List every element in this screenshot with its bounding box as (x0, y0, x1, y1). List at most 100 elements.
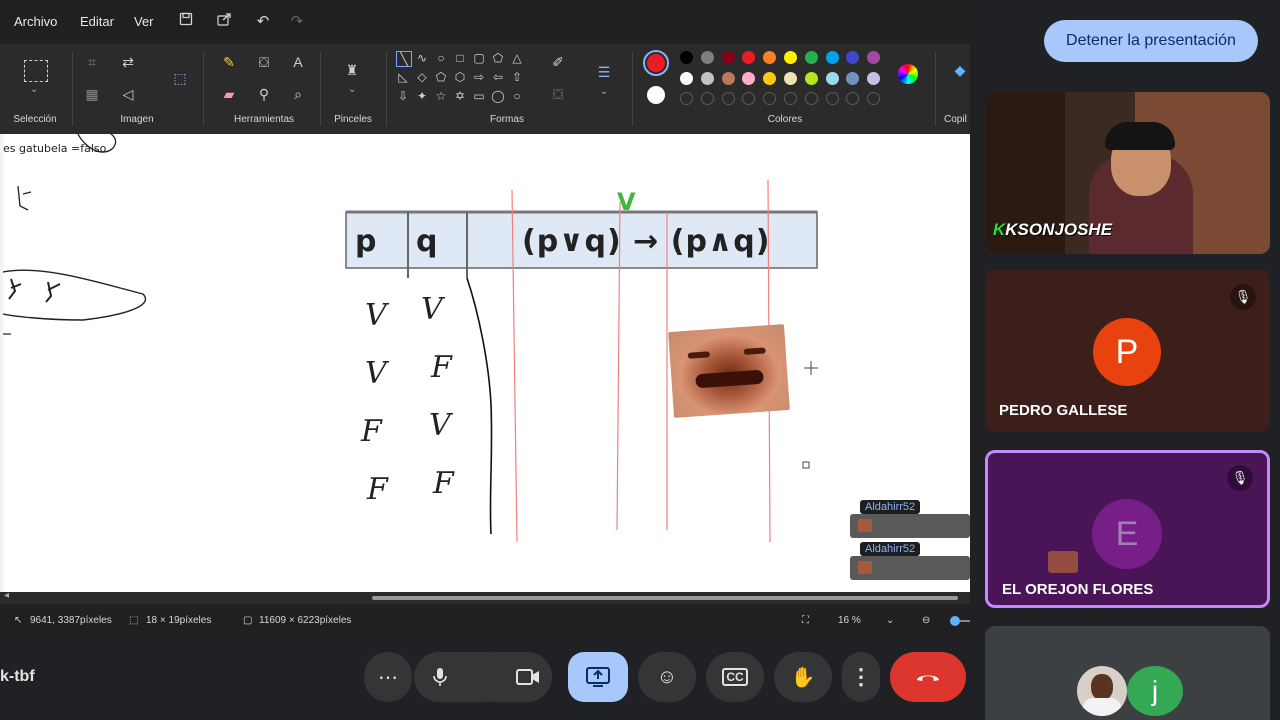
reactions-button[interactable]: ☺ (638, 652, 696, 702)
zoom-level[interactable]: 16 % (838, 615, 861, 626)
participant-tile-orejon[interactable]: 🎙 E EL OREJON FLORES (985, 450, 1270, 608)
participant-tile-others[interactable]: j (985, 626, 1270, 720)
scrollbar-thumb[interactable] (372, 596, 958, 600)
right-triangle-shape-icon[interactable]: ◺ (396, 70, 410, 84)
color-swatch[interactable] (700, 51, 714, 64)
color-swatch[interactable] (784, 72, 797, 85)
more-options-button[interactable]: ⋯ (364, 652, 412, 702)
stop-presenting-button[interactable]: Detener la presentación (1044, 20, 1258, 62)
raise-hand-button[interactable]: ✋ (774, 652, 832, 702)
custom-color-slot[interactable] (867, 92, 881, 105)
chevron-down-icon[interactable]: ⌄ (348, 84, 356, 95)
callout-oval-shape-icon[interactable]: ◯ (491, 89, 505, 103)
down-arrow-shape-icon[interactable]: ⇩ (396, 89, 410, 103)
save-icon[interactable] (176, 12, 196, 32)
five-point-star-shape-icon[interactable]: ☆ (434, 89, 448, 103)
resize-icon[interactable]: ⇄ (118, 52, 138, 72)
color-swatch[interactable] (742, 51, 756, 64)
rotate-icon[interactable]: ◁ (118, 84, 138, 104)
participant-tile-pedro[interactable]: 🎙 P PEDRO GALLESE (985, 270, 1270, 432)
color-swatch[interactable] (742, 72, 756, 85)
leave-call-button[interactable] (890, 652, 966, 702)
drawing-canvas[interactable]: es gatubela =falso p q (p∨q) → (p∧q) V V… (3, 134, 970, 592)
chevron-down-icon[interactable]: ⌄ (886, 615, 894, 626)
four-point-star-shape-icon[interactable]: ✦ (415, 89, 429, 103)
color-swatch[interactable] (867, 51, 881, 64)
pencil-icon[interactable]: ✎ (219, 52, 239, 72)
primary-color-button[interactable] (643, 50, 669, 76)
eraser-icon[interactable]: ▰ (219, 84, 239, 104)
pentagon-shape-icon[interactable]: ⬠ (434, 70, 448, 84)
horizontal-scrollbar[interactable]: ◂ (0, 590, 970, 604)
scroll-left-icon[interactable]: ◂ (4, 590, 9, 601)
color-picker-icon[interactable]: ⚲ (254, 84, 274, 104)
crop-icon[interactable]: ⌗ (82, 52, 102, 72)
custom-color-slot[interactable] (700, 92, 714, 105)
captions-button[interactable]: CC (706, 652, 764, 702)
color-swatch[interactable] (680, 72, 693, 85)
color-wheel-icon[interactable] (898, 64, 918, 84)
callout-cloud-shape-icon[interactable]: ○ (510, 89, 524, 103)
magnifier-icon[interactable]: ⌕ (288, 84, 308, 104)
color-swatch[interactable] (846, 72, 860, 85)
custom-color-slot[interactable] (742, 92, 756, 105)
color-swatch[interactable] (700, 72, 714, 85)
custom-color-slot[interactable] (825, 92, 839, 105)
secondary-color-swatch[interactable] (647, 86, 665, 104)
triangle-shape-icon[interactable]: △ (510, 51, 524, 65)
fill-icon[interactable]: ⛋ (548, 84, 568, 104)
hexagon-shape-icon[interactable]: ⬡ (453, 70, 467, 84)
camera-button[interactable] (470, 652, 552, 702)
custom-color-slot[interactable] (846, 92, 860, 105)
copilot-icon[interactable]: ◆ (950, 60, 970, 80)
pasted-image[interactable] (668, 324, 790, 418)
chevron-down-icon[interactable]: ⌄ (600, 86, 608, 97)
color-swatch[interactable] (721, 51, 735, 64)
six-point-star-shape-icon[interactable]: ✡ (453, 89, 467, 103)
menu-view[interactable]: Ver (134, 14, 154, 29)
fill-bucket-icon[interactable]: ⛋ (254, 52, 274, 72)
custom-color-slot[interactable] (763, 92, 777, 105)
more-actions-button[interactable]: ⋮ (842, 652, 880, 702)
callout-rect-shape-icon[interactable]: ▭ (472, 89, 486, 103)
resize-handle-icon[interactable] (802, 461, 810, 469)
present-screen-button[interactable] (568, 652, 628, 702)
rounded-rectangle-shape-icon[interactable]: ▢ (472, 51, 486, 65)
brush-icon[interactable]: ♜ (342, 60, 362, 80)
polygon-shape-icon[interactable]: ⬠ (491, 51, 505, 65)
diamond-shape-icon[interactable]: ◇ (415, 70, 429, 84)
size-icon[interactable]: ☰ (594, 62, 614, 82)
custom-color-slot[interactable] (721, 92, 735, 105)
selection-tool-icon[interactable] (24, 60, 48, 82)
share-icon[interactable] (214, 12, 234, 32)
text-tool-icon[interactable]: A (288, 52, 308, 72)
chevron-down-icon[interactable]: ⌄ (30, 84, 38, 95)
color-swatch[interactable] (867, 72, 881, 85)
oval-shape-icon[interactable]: ○ (434, 51, 448, 65)
image-creator-icon[interactable]: ⬚ (170, 68, 190, 88)
menu-edit[interactable]: Editar (80, 14, 114, 29)
color-swatch[interactable] (784, 51, 797, 64)
menu-file[interactable]: Archivo (14, 14, 57, 29)
color-swatch[interactable] (804, 72, 818, 85)
custom-color-slot[interactable] (804, 92, 818, 105)
zoom-out-icon[interactable]: ⊖ (922, 615, 930, 626)
color-swatch[interactable] (825, 51, 839, 64)
zoom-slider-thumb[interactable] (950, 616, 960, 626)
color-swatch[interactable] (763, 51, 777, 64)
color-swatch[interactable] (825, 72, 839, 85)
undo-icon[interactable]: ↶ (253, 12, 273, 32)
participant-tile-video[interactable]: KKSONJOSHE (985, 92, 1270, 254)
remove-background-icon[interactable]: ▦ (82, 84, 102, 104)
left-arrow-shape-icon[interactable]: ⇦ (491, 70, 505, 84)
color-swatch[interactable] (846, 51, 860, 64)
line-shape-icon[interactable]: ╲ (396, 51, 412, 67)
outline-icon[interactable]: ✐ (548, 52, 568, 72)
color-swatch[interactable] (721, 72, 735, 85)
custom-color-slot[interactable] (680, 92, 693, 105)
custom-color-slot[interactable] (784, 92, 797, 105)
color-swatch[interactable] (763, 72, 777, 85)
right-arrow-shape-icon[interactable]: ⇨ (472, 70, 486, 84)
color-swatch[interactable] (804, 51, 818, 64)
color-swatch[interactable] (680, 51, 693, 64)
